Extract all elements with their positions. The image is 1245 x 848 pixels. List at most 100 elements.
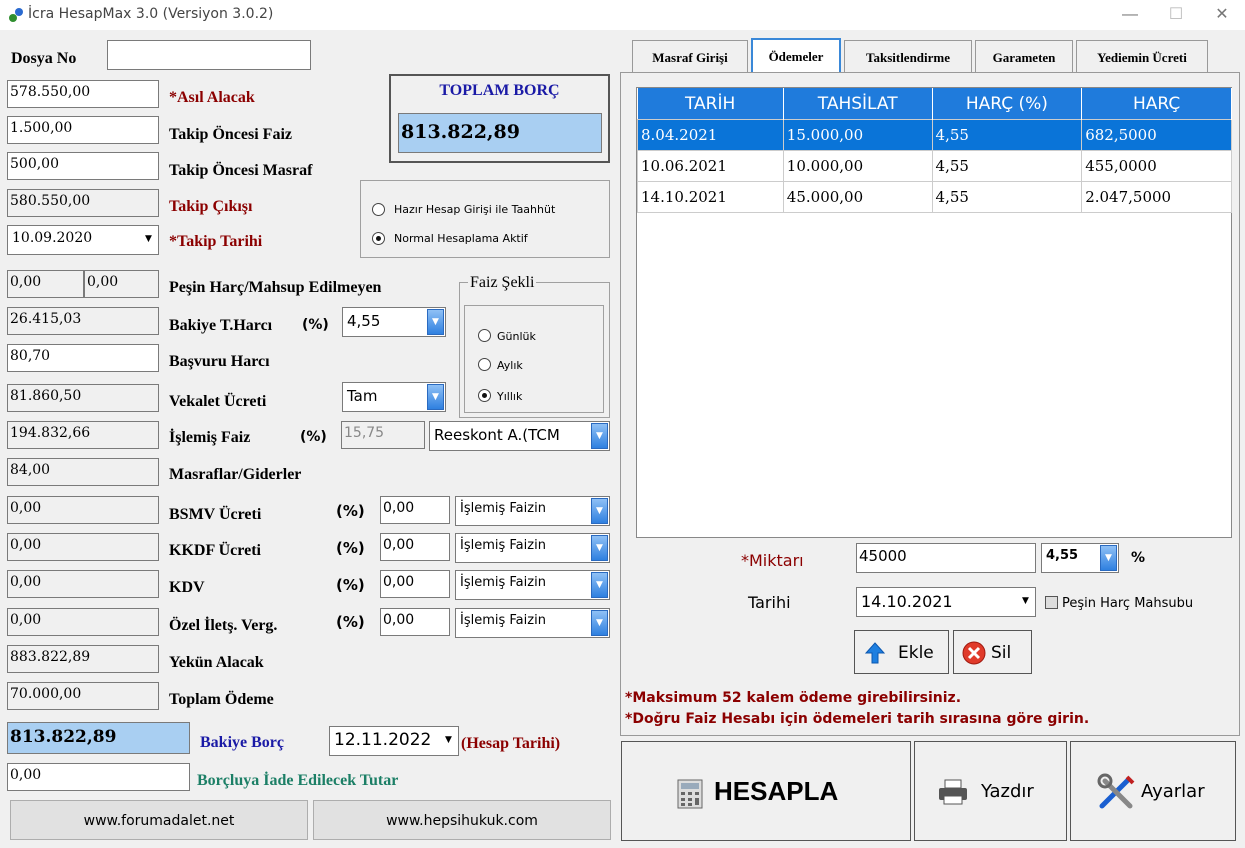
masraflar-label: Masraflar/Giderler [169, 466, 302, 483]
bsmv-base-select[interactable]: İşlemiş Faizin ▼ [455, 496, 610, 526]
basvuru-harci-input[interactable]: 80,70 [7, 344, 159, 372]
maximize-button[interactable]: ☐ [1153, 0, 1199, 30]
yazdir-button[interactable]: Yazdır [914, 741, 1067, 841]
kkdf-rate-input[interactable]: 0,00 [380, 533, 450, 561]
hesap-tarihi-label: (Hesap Tarihi) [461, 735, 561, 752]
hesapla-label: HESAPLA [714, 776, 839, 806]
chevron-down-icon[interactable]: ▼ [1017, 589, 1034, 615]
tab-odemeler[interactable]: Ödemeler [751, 38, 841, 74]
asil-alacak-input[interactable]: 578.550,00 [7, 80, 159, 108]
payments-grid[interactable]: TARİH TAHSİLAT HARÇ (%) HARÇ 8.04.2021 1… [636, 87, 1232, 538]
tab-taksitlendirme[interactable]: Taksitlendirme [844, 40, 972, 72]
chevron-down-icon[interactable]: ▼ [591, 610, 608, 636]
arrow-up-icon [865, 642, 885, 664]
kkdf-base: İşlemiş Faizin [460, 538, 546, 553]
islemis-faiz-label: İşlemiş Faiz [169, 429, 251, 446]
table-row[interactable]: 14.10.2021 45.000,00 4,55 2.047,5000 [637, 181, 1232, 213]
ekle-button[interactable]: Ekle [854, 630, 949, 674]
pesin-harc-checkbox[interactable] [1045, 596, 1058, 609]
bakiye-tharci-rate-select[interactable]: 4,55 ▼ [342, 307, 446, 337]
toplam-odeme-label: Toplam Ödeme [169, 691, 274, 708]
aylik-label: Aylık [497, 359, 523, 372]
kdv-rate-input[interactable]: 0,00 [380, 570, 450, 598]
chevron-down-icon[interactable]: ▼ [591, 423, 608, 449]
table-row[interactable]: 8.04.2021 15.000,00 4,55 682,5000 [637, 119, 1232, 151]
ozel-iletisim-base-select[interactable]: İşlemiş Faizin ▼ [455, 608, 610, 638]
close-button[interactable]: ✕ [1199, 0, 1245, 30]
minimize-button[interactable]: — [1107, 0, 1153, 30]
tab-yediemin-ucreti[interactable]: Yediemin Ücreti [1076, 40, 1208, 72]
sil-label: Sil [991, 643, 1012, 663]
col-header-harc-pct[interactable]: HARÇ (%) [932, 88, 1083, 120]
ekle-label: Ekle [898, 643, 934, 663]
ozel-iletisim-pct: (%) [336, 613, 365, 631]
pesin-harc-input-2[interactable]: 0,00 [84, 270, 159, 298]
hesap-tarihi-value: 12.11.2022 [334, 730, 432, 750]
pesin-harc-check-label: Peşin Harç Mahsubu [1062, 596, 1194, 611]
cell-harc-pct: 4,55 [931, 150, 1083, 182]
chevron-down-icon[interactable]: ▼ [427, 384, 444, 410]
bsmv-base: İşlemiş Faizin [460, 501, 546, 516]
bakiye-tharci-pct: (%) [302, 317, 329, 333]
col-header-harc[interactable]: HARÇ [1081, 88, 1232, 120]
takip-tarihi-picker[interactable]: 10.09.2020 ▼ [7, 225, 159, 255]
hazir-hesap-radio[interactable] [372, 203, 385, 216]
delete-icon [962, 641, 986, 665]
dosya-no-label: Dosya No [11, 50, 77, 67]
odeme-tarih-picker[interactable]: 14.10.2021 ▼ [856, 587, 1036, 617]
kdv-base-select[interactable]: İşlemiş Faizin ▼ [455, 570, 610, 600]
hesap-mode-group: Hazır Hesap Girişi ile Taahhüt Normal He… [360, 180, 610, 258]
toplam-borc-label: TOPLAM BORÇ [439, 82, 560, 99]
takip-oncesi-faiz-input[interactable]: 1.500,00 [7, 116, 159, 144]
chevron-down-icon[interactable]: ▼ [140, 227, 157, 253]
forumadalet-link-button[interactable]: www.forumadalet.net [10, 800, 308, 840]
ozel-iletisim-value: 0,00 [7, 608, 159, 636]
normal-hesaplama-radio[interactable] [372, 232, 385, 245]
kkdf-base-select[interactable]: İşlemiş Faizin ▼ [455, 533, 610, 563]
cell-harc-pct: 4,55 [931, 181, 1083, 213]
vekalet-type-select[interactable]: Tam ▼ [342, 382, 446, 412]
faiz-type-select[interactable]: Reeskont A.(TCM ▼ [429, 421, 610, 451]
hepsihukuk-link-button[interactable]: www.hepsihukuk.com [313, 800, 611, 840]
ayarlar-button[interactable]: Ayarlar [1070, 741, 1236, 841]
toplam-odeme-value: 70.000,00 [7, 682, 159, 710]
ozel-iletisim-rate-input[interactable]: 0,00 [380, 608, 450, 636]
faiz-type: Reeskont A.(TCM [434, 426, 560, 444]
bsmv-rate-input[interactable]: 0,00 [380, 496, 450, 524]
tab-garameten[interactable]: Garameten [975, 40, 1073, 72]
table-row[interactable]: 10.06.2021 10.000,00 4,55 455,0000 [637, 150, 1232, 182]
miktar-input[interactable]: 45000 [856, 543, 1036, 573]
yekun-alacak-value: 883.822,89 [7, 645, 159, 673]
pesin-harc-input-1[interactable]: 0,00 [7, 270, 84, 298]
masraflar-value: 84,00 [7, 458, 159, 486]
odeme-rate-select[interactable]: 4,55 ▼ [1041, 543, 1119, 573]
tab-masraf-girisi[interactable]: Masraf Girişi [632, 40, 748, 72]
kkdf-pct: (%) [336, 539, 365, 557]
sil-button[interactable]: Sil [953, 630, 1032, 674]
dosya-no-input[interactable] [107, 40, 311, 70]
note-max-kalem: *Maksimum 52 kalem ödeme girebilirsiniz. [625, 690, 962, 706]
hesap-tarihi-picker[interactable]: 12.11.2022 ▼ [329, 726, 459, 756]
kdv-pct: (%) [336, 576, 365, 594]
faiz-sekli-inner: Günlük Aylık Yıllık [464, 305, 604, 413]
toplam-borc-value: 813.822,89 [398, 113, 602, 153]
chevron-down-icon[interactable]: ▼ [591, 535, 608, 561]
cell-harc: 455,0000 [1081, 150, 1232, 182]
ayarlar-label: Ayarlar [1141, 781, 1205, 802]
chevron-down-icon[interactable]: ▼ [591, 498, 608, 524]
gunluk-radio[interactable] [478, 329, 491, 342]
yillik-radio[interactable] [478, 389, 491, 402]
iade-value: 0,00 [7, 763, 190, 791]
chevron-down-icon[interactable]: ▼ [591, 572, 608, 598]
hesapla-button[interactable]: HESAPLA [621, 741, 911, 841]
kkdf-value: 0,00 [7, 533, 159, 561]
takip-oncesi-masraf-input[interactable]: 500,00 [7, 152, 159, 180]
col-header-tarih[interactable]: TARİH [637, 88, 784, 120]
app-icon [8, 7, 24, 23]
aylik-radio[interactable] [478, 358, 491, 371]
islemis-faiz-value: 194.832,66 [7, 421, 159, 449]
col-header-tahsilat[interactable]: TAHSİLAT [783, 88, 933, 120]
chevron-down-icon[interactable]: ▼ [440, 728, 457, 754]
chevron-down-icon[interactable]: ▼ [1100, 545, 1117, 571]
chevron-down-icon[interactable]: ▼ [427, 309, 444, 335]
